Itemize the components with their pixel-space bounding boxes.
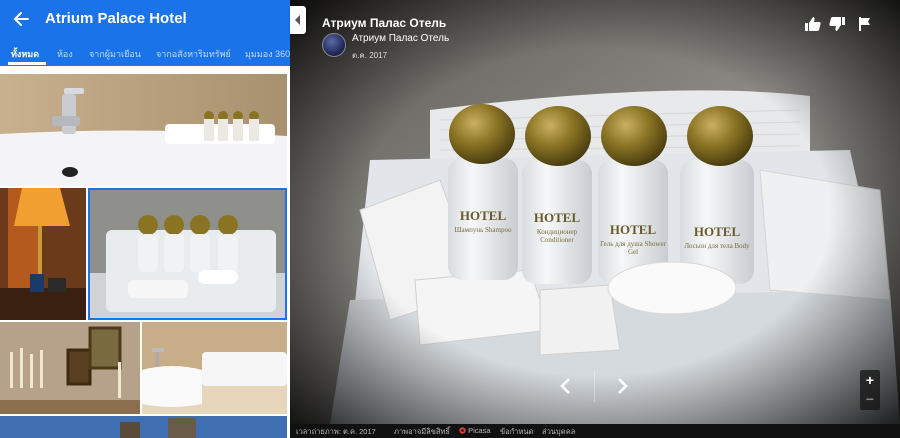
back-button[interactable] bbox=[10, 8, 32, 30]
photo-panel: Atrium Palace Hotel ทั้งหมด ห้อง จากผู้ม… bbox=[0, 0, 290, 438]
sink-photo bbox=[0, 74, 287, 186]
thumbs-up-icon bbox=[805, 17, 821, 31]
bottle-label-2: HOTEL bbox=[533, 210, 581, 225]
bottle-label-1: HOTEL bbox=[459, 208, 507, 223]
lamp-photo bbox=[0, 188, 86, 320]
next-photo-button[interactable] bbox=[608, 372, 636, 400]
photo-title: Атриум Палас Отель bbox=[322, 16, 447, 30]
photo-viewer: HOTEL Шампунь Shampoo HOTEL Кондиционер … bbox=[290, 0, 900, 438]
photo-tile-lamp[interactable] bbox=[0, 188, 86, 320]
zoom-control: + − bbox=[860, 370, 880, 410]
capture-date-text: เวลาถ่ายภาพ: ต.ค. 2017 bbox=[296, 427, 376, 436]
copyright-text: ภาพอาจมีลิขสิทธิ์ bbox=[394, 427, 450, 436]
back-arrow-icon bbox=[13, 12, 29, 26]
nav-divider bbox=[594, 370, 595, 402]
bathtub-photo bbox=[142, 322, 287, 414]
viewer-footer: เวลาถ่ายภาพ: ต.ค. 2017 ภาพอาจมีลิขสิทธิ์… bbox=[290, 424, 900, 438]
toiletries-photo bbox=[88, 188, 287, 320]
collapse-panel-icon bbox=[295, 15, 300, 25]
tab-rooms[interactable]: ห้อง bbox=[57, 47, 73, 61]
photo-tile-candles[interactable] bbox=[0, 322, 140, 414]
thumbs-down-icon bbox=[829, 17, 845, 31]
chevron-left-icon bbox=[560, 378, 570, 394]
bottle-sublabel-2: Кондиционер Conditioner bbox=[536, 228, 578, 244]
previous-photo-button[interactable] bbox=[552, 372, 580, 400]
bottle-label-3: HOTEL bbox=[609, 222, 657, 237]
bottle-sublabel-1: Шампунь Shampoo bbox=[454, 226, 512, 234]
flag-icon bbox=[859, 17, 870, 31]
author-name[interactable]: Атриум Палас Отель bbox=[352, 33, 449, 44]
terms-link[interactable]: ข้อกำหนด bbox=[500, 426, 533, 438]
bottle-sublabel-4: Лосьон для тела Body bbox=[684, 242, 750, 250]
candles-photo bbox=[0, 322, 140, 414]
zoom-in-button[interactable]: + bbox=[860, 372, 880, 388]
picasa-icon bbox=[459, 427, 466, 434]
place-title: Atrium Palace Hotel bbox=[45, 10, 187, 27]
building-photo bbox=[0, 416, 287, 438]
tab-visitors[interactable]: จากผู้มาเยือน bbox=[89, 47, 141, 61]
panel-header: Atrium Palace Hotel ทั้งหมด ห้อง จากผู้ม… bbox=[0, 0, 290, 66]
photo-tile-building[interactable] bbox=[0, 416, 287, 438]
chevron-right-icon bbox=[618, 378, 628, 394]
active-tab-indicator bbox=[8, 62, 46, 65]
photo-tabs: ทั้งหมด ห้อง จากผู้มาเยือน จากอสังหาริมท… bbox=[0, 42, 290, 66]
report-button[interactable] bbox=[856, 15, 874, 33]
photo-tile-sink[interactable] bbox=[0, 74, 287, 186]
photo-tile-bathtub[interactable] bbox=[142, 322, 287, 414]
photo-tile-toiletries[interactable] bbox=[88, 188, 287, 320]
collapse-panel-button[interactable] bbox=[290, 6, 306, 34]
photo-date: ต.ค. 2017 bbox=[352, 51, 388, 60]
author-avatar[interactable] bbox=[322, 33, 346, 57]
zoom-out-button[interactable]: − bbox=[860, 391, 880, 407]
picasa-link[interactable]: Picasa bbox=[459, 426, 491, 435]
privacy-link[interactable]: ส่วนบุคคล bbox=[542, 426, 575, 438]
bottle-label-4: HOTEL bbox=[693, 224, 741, 239]
tab-360[interactable]: มุมมอง 360 bbox=[245, 47, 290, 61]
tab-all[interactable]: ทั้งหมด bbox=[11, 47, 39, 61]
photo-grid bbox=[0, 66, 290, 438]
picasa-label: Picasa bbox=[468, 426, 491, 435]
like-button[interactable] bbox=[804, 15, 822, 33]
dislike-button[interactable] bbox=[828, 15, 846, 33]
bottle-sublabel-3: Гель для душа Shower Gel bbox=[600, 240, 666, 256]
main-photo[interactable] bbox=[290, 0, 900, 424]
tab-property[interactable]: จากอสังหาริมทรัพย์ bbox=[156, 47, 231, 61]
